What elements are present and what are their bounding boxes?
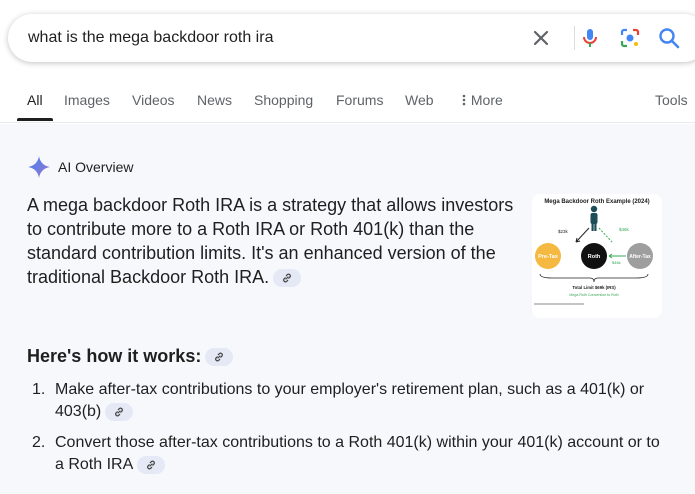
search-icon[interactable]: [657, 26, 681, 50]
list-item: 2. Convert those after-tax contributions…: [32, 432, 672, 476]
link-icon: [115, 407, 124, 417]
tab-images[interactable]: Images: [64, 92, 110, 108]
ai-overview-thumbnail[interactable]: Mega Backdoor Roth Example (2024) $23k $…: [532, 194, 662, 318]
list-item: 1. Make after-tax contributions to your …: [32, 379, 672, 423]
search-input[interactable]: what is the mega backdoor roth ira: [28, 29, 273, 47]
thumb-right-amount: $46k: [619, 227, 630, 232]
lens-icon[interactable]: [618, 26, 642, 50]
search-tabs: All Images Videos News Shopping Forums W…: [0, 86, 695, 123]
summary-text: A mega backdoor Roth IRA is a strategy t…: [27, 195, 514, 287]
more-vert-icon: [462, 94, 466, 106]
ai-overview-summary: A mega backdoor Roth IRA is a strategy t…: [27, 193, 522, 289]
how-it-works-title: Here's how it works:: [27, 346, 202, 366]
thumb-footnote-line: [534, 303, 584, 305]
steps-list: 1. Make after-tax contributions to your …: [32, 379, 672, 485]
thumb-total: Total Limit $69k (IRS): [572, 285, 616, 290]
thumb-title: Mega Backdoor Roth Example (2024): [544, 199, 649, 205]
ai-overview-header: AI Overview: [28, 156, 133, 178]
link-icon: [283, 273, 292, 283]
gemini-sparkle-icon: [28, 156, 50, 178]
link-icon: [147, 460, 156, 470]
thumb-pretax: Pre-Tax: [538, 254, 559, 260]
ai-overview-panel: AI Overview A mega backdoor Roth IRA is …: [0, 124, 695, 494]
tab-forums[interactable]: Forums: [336, 92, 383, 108]
tab-videos[interactable]: Videos: [132, 92, 175, 108]
thumb-aftertax: After-Tax: [629, 254, 651, 260]
tab-more[interactable]: More: [461, 92, 503, 108]
close-icon[interactable]: [529, 26, 553, 50]
thumb-note: Mega Roth Conversion to Roth: [569, 293, 618, 297]
ai-overview-title: AI Overview: [58, 159, 134, 175]
thumb-roth: Roth: [588, 254, 601, 260]
person-icon: [590, 205, 598, 231]
source-link-chip[interactable]: [137, 455, 166, 474]
source-link-chip[interactable]: [105, 402, 134, 421]
link-icon: [215, 352, 224, 361]
tab-news[interactable]: News: [197, 92, 232, 108]
step-number: 1.: [32, 381, 46, 398]
tools-button[interactable]: Tools: [655, 92, 688, 108]
step-text: Make after-tax contributions to your emp…: [55, 381, 645, 420]
step-number: 2.: [32, 434, 46, 451]
active-tab-indicator: [17, 118, 53, 121]
how-it-works-heading: Here's how it works:: [27, 346, 234, 367]
search-bar[interactable]: what is the mega backdoor roth ira: [8, 14, 695, 62]
source-link-chip[interactable]: [273, 269, 302, 288]
thumb-left-amount: $23k: [558, 229, 569, 234]
mic-icon[interactable]: [578, 26, 602, 50]
tab-more-label: More: [470, 92, 503, 108]
thumb-bottom-amount: $46k: [612, 260, 621, 265]
source-link-chip[interactable]: [205, 347, 234, 366]
tab-web[interactable]: Web: [405, 92, 434, 108]
search-divider: [574, 26, 575, 50]
tab-all[interactable]: All: [27, 92, 43, 108]
tab-shopping[interactable]: Shopping: [254, 92, 313, 108]
